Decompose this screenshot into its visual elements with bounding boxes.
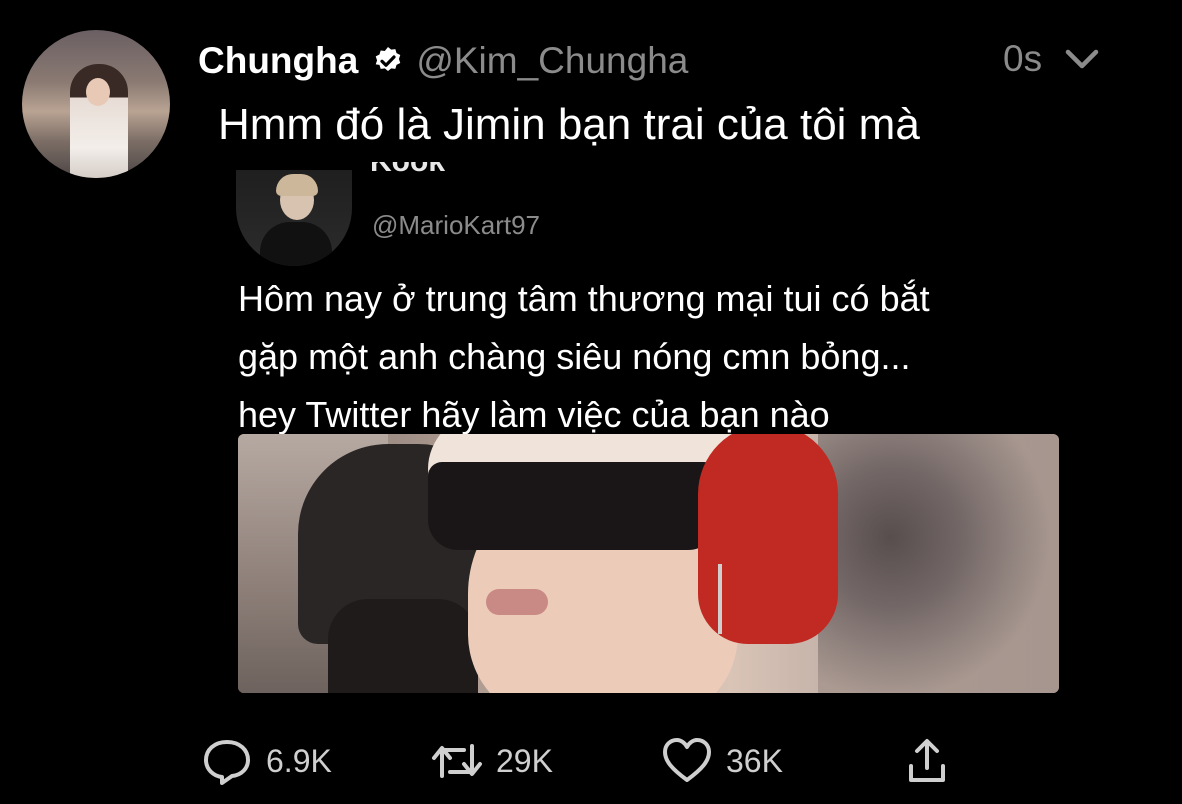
- reply-icon: [204, 740, 250, 785]
- quoted-tweet-image[interactable]: [238, 434, 1059, 693]
- author-name[interactable]: Chungha: [198, 40, 358, 82]
- heart-icon: [663, 738, 711, 782]
- author-avatar[interactable]: [22, 30, 170, 178]
- chevron-down-icon[interactable]: [1064, 46, 1100, 72]
- image-earring: [718, 564, 722, 634]
- image-face-mask: [328, 599, 478, 693]
- quoted-tweet-text: Hôm nay ở trung tâm thương mại tui có bắ…: [238, 270, 1098, 444]
- author-handle[interactable]: @Kim_Chungha: [416, 40, 688, 82]
- tweet: Chungha @Kim_Chungha 0s Hmm đó là Jimin …: [0, 0, 1182, 804]
- reply-count: 6.9K: [266, 742, 332, 779]
- image-lips: [486, 589, 548, 615]
- share-icon: [909, 739, 945, 782]
- quoted-avatar-body: [260, 222, 332, 266]
- reply-button[interactable]: 6.9K: [200, 736, 332, 786]
- like-count: 36K: [726, 742, 783, 779]
- quoted-avatar-hair: [276, 174, 318, 196]
- verified-badge-icon: [376, 47, 401, 71]
- tweet-actions: 6.9K 29K 36K: [200, 730, 1000, 790]
- retweet-icon: [432, 744, 482, 778]
- tweet-header: Chungha @Kim_Chungha: [198, 36, 1102, 86]
- image-sunglasses: [428, 462, 718, 550]
- tweet-text: Hmm đó là Jimin bạn trai của tôi mà: [218, 100, 920, 149]
- share-button[interactable]: [900, 736, 954, 786]
- quoted-author-handle[interactable]: @MarioKart97: [372, 210, 540, 241]
- quoted-text-line: gặp một anh chàng siêu nóng cmn bỏng...: [238, 336, 911, 377]
- quoted-author-avatar[interactable]: [236, 170, 352, 266]
- avatar-face: [86, 78, 110, 106]
- quoted-text-line: Hôm nay ở trung tâm thương mại tui có bắ…: [238, 278, 930, 319]
- like-button[interactable]: 36K: [660, 736, 783, 786]
- tweet-timestamp: 0s: [1003, 38, 1043, 79]
- image-background-right: [818, 434, 1059, 693]
- retweet-count: 29K: [496, 742, 553, 779]
- quoted-author-name[interactable]: Kook: [370, 162, 445, 184]
- retweet-button[interactable]: 29K: [430, 736, 553, 786]
- quoted-author-name-text: Kook: [370, 162, 445, 184]
